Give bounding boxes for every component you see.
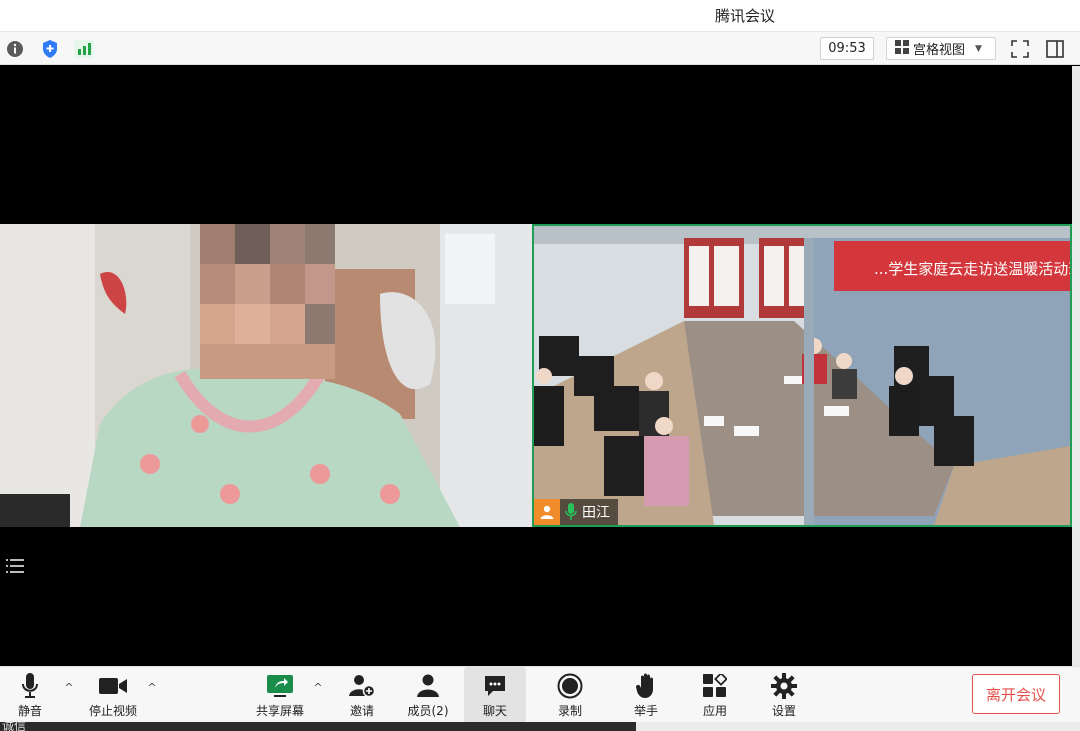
members-label: 成员(2) [407,704,449,718]
share-options-chevron-icon[interactable]: ^ [311,681,325,695]
fullscreen-icon[interactable] [1008,37,1032,61]
record-label: 录制 [557,704,582,718]
members-button[interactable]: 成员(2) [406,667,450,723]
invite-button[interactable]: 邀请 [344,667,380,723]
participant-video-tile-active-speaker[interactable]: ...学生家庭云走访送温暖活动现场 [532,224,1072,527]
info-icon[interactable] [4,38,26,60]
video-stage: ...学生家庭云走访送温暖活动现场 [0,66,1072,666]
chat-bubble-icon [480,673,510,699]
bottom-strip-light [636,722,1080,731]
signal-icon[interactable] [73,38,95,60]
apps-label: 应用 [702,704,727,718]
share-screen-button[interactable]: 共享屏幕 [254,667,306,723]
participant-name-tag: 田江 [534,499,618,525]
participant-video-feed [0,224,532,527]
partial-caption-text: 诚信 [2,719,27,731]
add-user-icon [347,673,377,699]
stop-video-label: 停止视频 [88,704,137,718]
microphone-icon [15,673,45,699]
conference-room-video-feed: ...学生家庭云走访送温暖活动现场 [534,226,1070,525]
chat-label: 聊天 [482,704,507,718]
stop-video-button[interactable]: 停止视频 [86,667,140,723]
mic-active-icon [560,499,582,525]
meeting-info-bar: 09:53 宫格视图 ▼ [0,32,1080,65]
conference-banner-text: ...学生家庭云走访送温暖活动现场 [874,260,1070,278]
meeting-toolbar: 静音 ^ 停止视频 ^ 共享屏幕 ^ 邀请 成员(2) 聊天 录制 举手 应用 … [0,666,1080,723]
leave-meeting-button[interactable]: 离开会议 [972,674,1060,714]
right-edge-strip [1072,66,1080,666]
chat-button[interactable]: 聊天 [464,667,526,723]
video-options-chevron-icon[interactable]: ^ [145,681,159,695]
apps-grid-icon [700,673,730,699]
audio-options-chevron-icon[interactable]: ^ [62,681,76,695]
apps-button[interactable]: 应用 [699,667,731,723]
mute-button[interactable]: 静音 [12,667,48,723]
window-title: 腾讯会议 [714,7,775,25]
title-bar: 腾讯会议 [0,0,1080,32]
shield-icon[interactable] [39,38,61,60]
meeting-timer: 09:53 [820,37,874,60]
share-screen-label: 共享屏幕 [255,704,304,718]
record-button[interactable]: 录制 [554,667,586,723]
share-screen-icon [265,673,295,699]
participant-name: 田江 [582,505,610,521]
invite-label: 邀请 [349,704,374,718]
settings-button[interactable]: 设置 [768,667,800,723]
participant-list-toggle-icon[interactable] [6,558,24,574]
raise-hand-button[interactable]: 举手 [630,667,662,723]
raise-hand-label: 举手 [633,704,658,718]
bottom-strip: 诚信 [0,719,1080,731]
view-mode-label: 宫格视图 [913,43,966,58]
chevron-down-icon: ▼ [975,43,982,54]
user-avatar-icon [534,499,560,525]
gear-icon [769,673,799,699]
grid-icon [895,39,909,58]
settings-label: 设置 [771,704,796,718]
video-camera-icon [98,673,128,699]
raise-hand-icon [631,673,661,699]
participant-video-tile[interactable] [0,224,532,527]
record-icon [555,673,585,699]
members-icon [413,673,443,699]
view-mode-dropdown[interactable]: 宫格视图 ▼ [886,37,996,60]
side-panel-icon[interactable] [1043,37,1067,61]
